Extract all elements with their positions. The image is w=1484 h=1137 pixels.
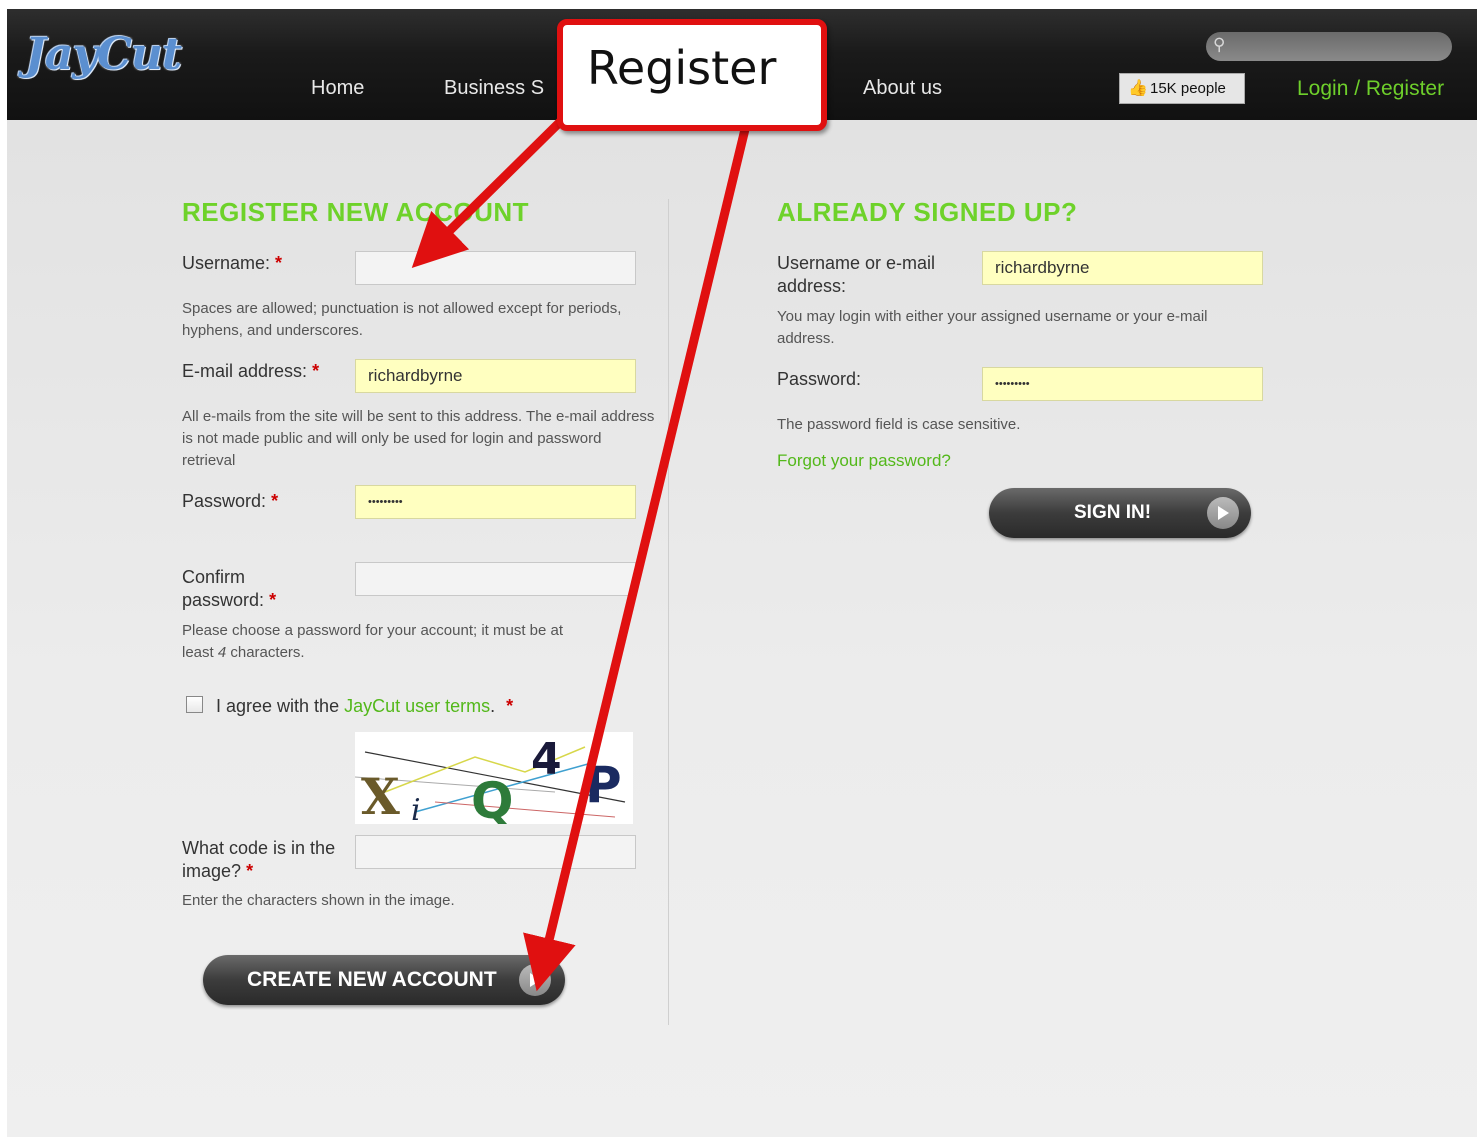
browser-viewport: JayCut Home Business S About us ⚲ 👍 15K … <box>7 9 1477 1137</box>
arrow-to-username <box>411 115 567 268</box>
callout-text: Register <box>587 41 777 95</box>
annotation-arrows <box>411 115 752 992</box>
arrow-to-create-account <box>523 119 752 992</box>
register-callout: Register <box>557 19 827 131</box>
